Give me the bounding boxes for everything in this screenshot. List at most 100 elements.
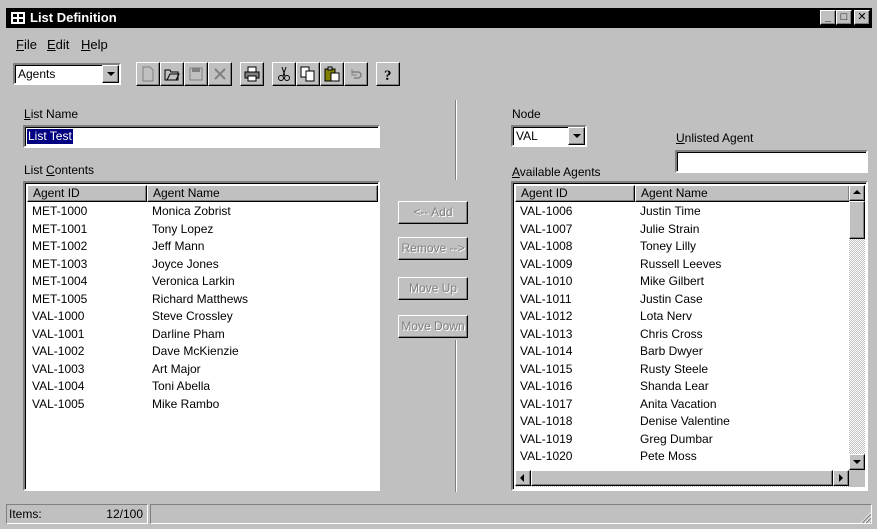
add-button[interactable]: <-- Add [398,201,468,224]
help-icon: ? [384,68,392,82]
agent-name-cell: Pete Moss [640,449,697,463]
list-contents-rows: MET-1000 Monica Zobrist MET-1001 Tony Lope… [27,203,376,413]
move-up-button[interactable]: Move Up [398,277,468,300]
scroll-down-icon[interactable] [849,454,865,470]
agent-id-cell: MET-1005 [32,291,88,306]
table-row[interactable]: VAL-1012 Lota Nerv [515,308,847,326]
agent-id-cell: VAL-1011 [520,291,572,306]
cut-button[interactable] [272,62,296,86]
resize-grip-icon[interactable] [858,510,872,524]
table-row[interactable]: VAL-1015 Rusty Steele [515,361,847,379]
agent-id-cell: VAL-1015 [520,361,573,376]
table-row[interactable]: VAL-1009 Russell Leeves [515,256,847,274]
minimize-icon: _ [824,11,832,23]
help-button[interactable]: ? [376,62,400,86]
table-row[interactable]: MET-1001 Tony Lopez [27,221,376,239]
chevron-down-icon[interactable] [568,127,585,145]
agent-name-cell: Veronica Larkin [152,274,235,288]
close-icon: ✕ [857,11,867,23]
table-row[interactable]: VAL-1020 Pete Moss [515,448,847,466]
table-row[interactable]: VAL-1017 Anita Vacation [515,396,847,414]
agent-id-cell: VAL-1010 [520,274,573,288]
table-row[interactable]: VAL-1011 Justin Case [515,291,847,309]
agent-name-cell: Anita Vacation [640,396,717,411]
delete-button[interactable] [208,62,232,86]
available-agents-listview[interactable]: Agent ID Agent Name VAL-1006 Justin Time … [511,181,868,491]
table-row[interactable]: MET-1005 Richard Matthews [27,291,376,309]
new-button[interactable] [136,62,160,86]
remove-button[interactable]: Remove --> [398,237,468,260]
table-row[interactable]: MET-1002 Jeff Mann [27,238,376,256]
scroll-left-icon[interactable] [515,470,531,486]
table-row[interactable]: MET-1004 Veronica Larkin [27,273,376,291]
table-row[interactable]: VAL-1018 Denise Valentine [515,413,847,431]
column-header-agent-name[interactable]: Agent Name [635,185,850,202]
copy-button[interactable] [296,62,320,86]
separator-bottom [455,340,457,492]
close-button[interactable]: ✕ [854,10,870,25]
list-name-input[interactable]: List Test [23,125,380,148]
column-header-agent-id[interactable]: Agent ID [27,185,147,202]
column-header-agent-name[interactable]: Agent Name [147,185,378,202]
list-type-combo[interactable]: Agents [13,63,121,85]
menu-help[interactable]: Help [81,37,108,52]
undo-icon [351,69,362,79]
agent-name-cell: Justin Case [640,291,703,306]
table-row[interactable]: VAL-1004 Toni Abella [27,378,376,396]
node-combo[interactable]: VAL [511,125,587,147]
table-row[interactable]: MET-1000 Monica Zobrist [27,203,376,221]
horizontal-scrollbar[interactable] [515,470,849,487]
agent-id-cell: VAL-1017 [520,396,573,411]
status-bar: Items: 12/100 [6,504,872,524]
agent-id-cell: VAL-1001 [32,326,85,341]
scroll-right-icon[interactable] [833,470,849,486]
table-row[interactable]: VAL-1000 Steve Crossley [27,308,376,326]
print-button[interactable] [240,62,264,86]
title-bar[interactable]: List Definition _ □ ✕ [6,8,872,28]
list-definition-window: List Definition _ □ ✕ File Edit Help Age… [0,0,877,529]
table-row[interactable]: VAL-1008 Toney Lilly [515,238,847,256]
column-header-agent-id[interactable]: Agent ID [515,185,635,202]
maximize-button[interactable]: □ [836,10,852,25]
agent-name-cell: Shanda Lear [640,379,709,393]
undo-button[interactable] [344,62,368,86]
table-row[interactable]: MET-1003 Joyce Jones [27,256,376,274]
node-value: VAL [516,129,538,143]
agent-name-cell: Mike Gilbert [640,274,705,288]
agent-name-cell: Rusty Steele [640,361,709,376]
list-name-label: List Name [24,107,78,121]
list-contents-listview[interactable]: Agent ID Agent Name MET-1000 Monica Zobri… [23,181,380,491]
paste-button[interactable] [320,62,344,86]
print-icon [244,66,260,82]
horizontal-scroll-thumb[interactable] [531,470,833,486]
table-row[interactable]: VAL-1001 Darline Pham [27,326,376,344]
table-row[interactable]: VAL-1007 Julie Strain [515,221,847,239]
copy-icon [300,66,315,82]
chevron-down-icon[interactable] [102,65,119,83]
table-row[interactable]: VAL-1019 Greg Dumbar [515,431,847,449]
table-row[interactable]: VAL-1003 Art Major [27,361,376,379]
unlisted-agent-input[interactable] [675,150,868,173]
table-row[interactable]: VAL-1006 Justin Time [515,203,847,221]
table-row[interactable]: VAL-1014 Barb Dwyer [515,343,847,361]
save-button[interactable] [184,62,208,86]
vertical-scrollbar[interactable] [849,185,865,470]
app-icon [10,10,26,26]
scroll-up-icon[interactable] [849,185,865,201]
menu-edit[interactable]: Edit [47,37,69,52]
table-row[interactable]: VAL-1013 Chris Cross [515,326,847,344]
agent-name-cell: Tony Lopez [152,221,214,236]
agent-id-cell: VAL-1019 [520,431,573,446]
move-down-button[interactable]: Move Down [398,315,468,338]
table-row[interactable]: VAL-1016 Shanda Lear [515,378,847,396]
open-button[interactable] [160,62,184,86]
delete-icon [214,68,226,80]
agent-id-cell: VAL-1006 [520,204,573,218]
scroll-thumb[interactable] [849,201,865,239]
menu-file[interactable]: File [16,37,37,52]
table-row[interactable]: VAL-1010 Mike Gilbert [515,273,847,291]
table-row[interactable]: VAL-1002 Dave McKienzie [27,343,376,361]
agent-id-cell: MET-1003 [32,256,88,271]
minimize-button[interactable]: _ [820,10,836,25]
table-row[interactable]: VAL-1005 Mike Rambo [27,396,376,414]
